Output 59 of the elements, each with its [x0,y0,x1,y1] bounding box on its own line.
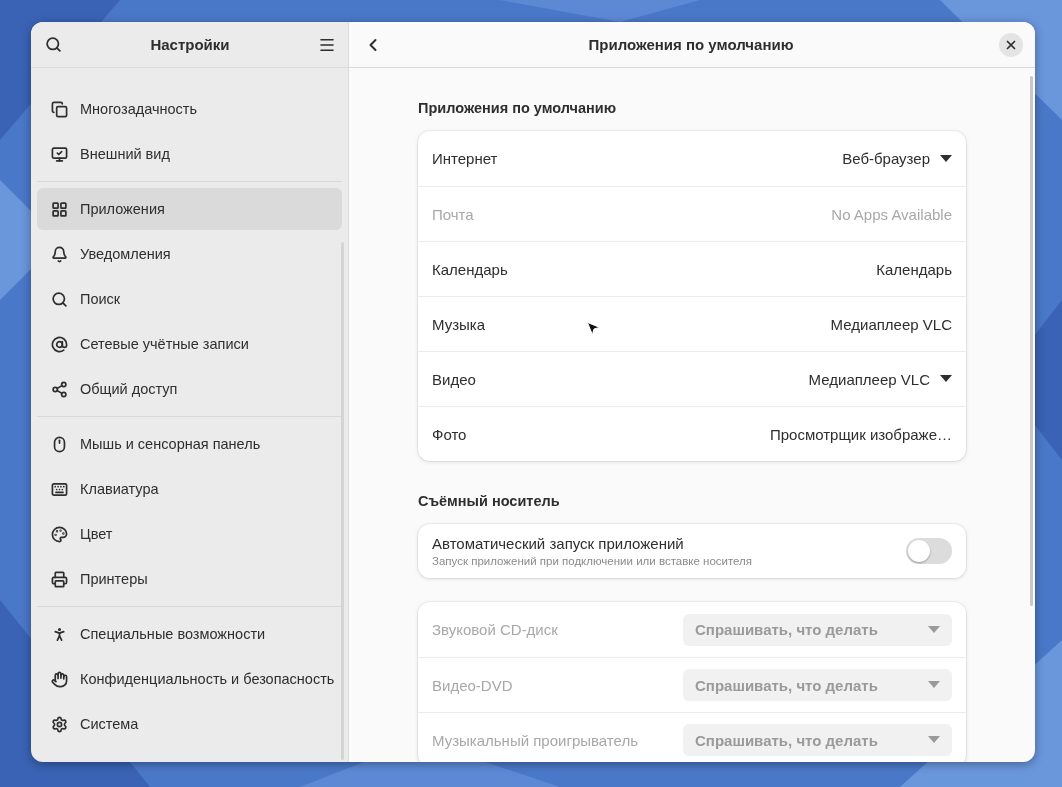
sidebar-item[interactable]: Мышь и сенсорная панель [37,423,342,465]
sidebar-item[interactable]: Клавиатура [37,468,342,510]
row-label: Звуковой CD-диск [432,621,558,638]
person-icon [51,625,68,643]
row-value: Календарь [876,260,952,278]
sidebar-item[interactable]: Внешний вид [37,133,342,175]
mouse-icon [51,435,68,453]
hand-icon [51,670,68,688]
dropdown-arrow-icon [928,681,940,689]
dropdown-arrow-icon [928,625,940,634]
cursor-icon [585,320,601,336]
page-title: Приложения по умолчанию [588,36,794,53]
section-heading: Приложения по умолчанию [418,100,618,116]
row-value: Просмотрщик изображе… [769,425,952,443]
dropdown-arrow-icon [928,736,940,744]
sidebar-item[interactable]: Многозадачность [37,88,342,130]
sidebar-item[interactable]: Уведомления [37,233,342,275]
sidebar-item[interactable]: Цвет [37,513,342,555]
sidebar-item[interactable]: Специальные возможности [37,613,342,655]
scrollbar[interactable] [1030,76,1033,606]
row-subtitle: Запуск приложений при подключении или вставке носителя [432,555,753,567]
row-value: Медиаплеер VLC [830,315,952,333]
share-icon [51,380,68,398]
monitor-icon [51,145,68,163]
row-label: Автоматический запуск приложений [432,535,685,552]
row-label: Музыка [432,315,486,333]
row-label: Почта [432,205,474,223]
close-button[interactable] [999,32,1023,57]
gear-icon [51,715,68,733]
grid-icon [51,200,68,218]
bell-icon [51,245,68,263]
row-label: Фото [432,425,467,443]
search-icon [45,36,62,53]
app-dropdown[interactable]: Медиаплеер VLC [808,370,952,388]
sidebar-item[interactable]: Общий доступ [37,368,342,410]
row-label: Видео [432,370,476,388]
row-label: Календарь [432,260,508,278]
sidebar-item[interactable]: Приложения [37,188,342,230]
sidebar-item[interactable]: Система [37,703,342,745]
keyboard-icon [51,480,68,498]
sidebar-item[interactable]: Поиск [37,278,342,320]
section-heading: Съёмный носитель [418,493,561,509]
row-value: No Apps Available [831,205,952,223]
dropdown-arrow-icon [940,154,952,163]
search-icon [51,290,68,308]
row-label: Видео-DVD [432,676,513,694]
app-dropdown[interactable]: Веб-браузер [842,150,952,167]
sidebar-item[interactable]: Принтеры [37,558,342,600]
windows-icon [51,100,68,118]
toggle-switch[interactable] [906,538,952,564]
search-button[interactable] [45,36,62,53]
sidebar-title: Настройки [150,36,230,53]
printer-icon [51,570,68,588]
sidebar-item[interactable]: Сетевые учётные записи [37,323,342,365]
dropdown-arrow-icon [940,375,952,383]
row-label: Интернет [432,150,498,167]
sidebar-item[interactable]: Конфиденциальность и безопасность [37,658,342,700]
row-label: Музыкальный проигрыватель [432,731,638,749]
at-sign-icon [51,335,68,353]
